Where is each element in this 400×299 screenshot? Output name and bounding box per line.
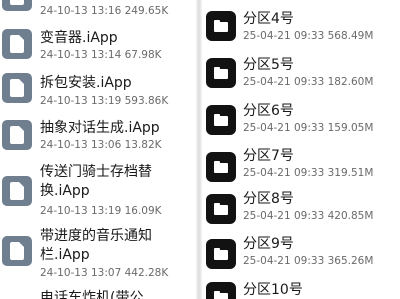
file-list-pane[interactable]: 24-10-13 13:16 249.65K 变音器.iApp 24-10-13… xyxy=(0,0,196,299)
file-list-item[interactable]: 传送门骑士存档替换.iApp 24-10-13 13:19 16.09K xyxy=(0,160,196,226)
file-name: 拆包安装.iApp xyxy=(40,75,132,91)
folder-icon xyxy=(206,194,236,224)
folder-meta: 25-04-21 09:33 568.49M xyxy=(243,30,374,42)
folder-name: 分区10号 xyxy=(243,282,303,298)
file-icon xyxy=(2,236,32,266)
file-meta: 24-10-13 13:07 442.28K xyxy=(40,267,169,279)
file-list-item[interactable]: 拆包安装.iApp 24-10-13 13:19 593.86K xyxy=(0,66,196,113)
file-icon xyxy=(2,176,32,206)
folder-meta: 25-04-21 09:33 420.85M xyxy=(243,210,374,222)
folder-meta: 25-04-21 09:33 182.60M xyxy=(243,76,374,88)
file-icon xyxy=(2,73,32,103)
file-meta: 24-10-13 13:14 67.98K xyxy=(40,49,162,61)
folder-name: 分区9号 xyxy=(243,236,294,252)
folder-icon xyxy=(206,239,236,269)
folder-icon xyxy=(206,105,236,135)
folder-list-item[interactable]: 分区8号 25-04-21 09:33 420.85M xyxy=(202,186,400,233)
file-icon xyxy=(2,0,32,11)
file-meta: 24-10-13 13:19 593.86K xyxy=(40,95,169,107)
folder-name: 分区8号 xyxy=(243,191,294,207)
file-name: 抽象对话生成.iApp xyxy=(40,120,160,136)
file-name: 传送门骑士存档替换.iApp xyxy=(40,164,152,199)
file-name: 带进度的音乐通知栏.iApp xyxy=(40,228,152,263)
folder-name: 分区5号 xyxy=(243,57,294,73)
folder-name: 分区7号 xyxy=(243,148,294,164)
file-meta: 24-10-13 13:06 13.82K xyxy=(40,139,162,151)
folder-meta: 25-04-21 09:33 159.05M xyxy=(243,122,374,134)
file-meta: 24-10-13 13:19 16.09K xyxy=(40,205,162,217)
folder-list-pane[interactable]: 分区4号 25-04-21 09:33 568.49M 分区5号 25-04-2… xyxy=(202,0,400,299)
file-list-item[interactable]: 电话车炸机(带公 xyxy=(0,288,196,299)
folder-meta: 25-04-21 09:33 319.51M xyxy=(243,167,374,179)
file-list-item[interactable]: 变音器.iApp 24-10-13 13:14 67.98K xyxy=(0,24,196,66)
file-icon xyxy=(2,29,32,59)
file-list-item[interactable]: 带进度的音乐通知栏.iApp 24-10-13 13:07 442.28K xyxy=(0,226,196,288)
folder-list-item[interactable]: 分区4号 25-04-21 09:33 568.49M xyxy=(202,6,400,53)
folder-name: 分区4号 xyxy=(243,11,294,27)
folder-icon xyxy=(206,58,236,88)
file-list-item[interactable]: 抽象对话生成.iApp 24-10-13 13:06 13.82K xyxy=(0,113,196,160)
folder-name: 分区6号 xyxy=(243,103,294,119)
folder-list-item[interactable]: 分区6号 25-04-21 09:33 159.05M xyxy=(202,100,400,147)
folder-icon xyxy=(206,11,236,41)
folder-meta: 25-04-21 09:33 365.26M xyxy=(243,255,374,267)
file-list-item[interactable]: 24-10-13 13:16 249.65K xyxy=(0,0,196,24)
folder-list-item[interactable]: 分区5号 25-04-21 09:33 182.60M xyxy=(202,53,400,100)
file-meta: 24-10-13 13:16 249.65K xyxy=(40,5,169,17)
folder-list-item[interactable]: 分区10号 xyxy=(202,280,400,299)
folder-icon xyxy=(206,152,236,182)
file-name: 变音器.iApp xyxy=(40,30,118,46)
file-icon xyxy=(2,120,32,150)
file-name: 电话车炸机(带公 xyxy=(40,290,144,299)
folder-list-item[interactable]: 分区9号 25-04-21 09:33 365.26M xyxy=(202,233,400,280)
folder-icon xyxy=(206,282,236,299)
